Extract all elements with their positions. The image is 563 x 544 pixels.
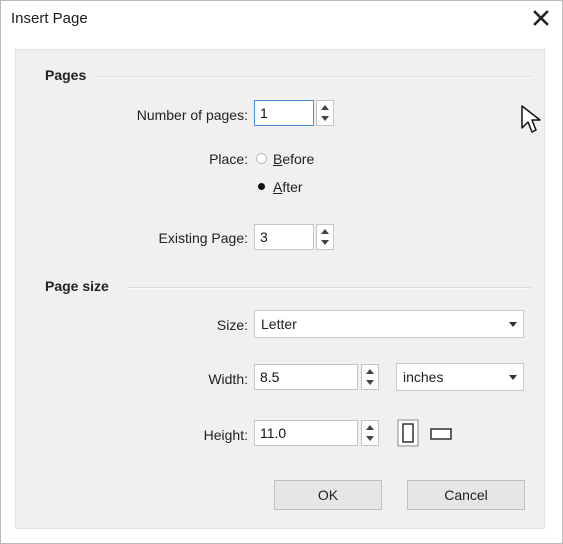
radio-checked-icon [256, 181, 267, 192]
place-label: Place: [209, 151, 248, 167]
height-input[interactable]: 11.0 [254, 420, 358, 446]
insert-page-dialog: Insert Page Pages Number of pages: 1 Pla… [0, 0, 563, 544]
width-spin-icon[interactable] [361, 364, 379, 390]
dialog-title: Insert Page [11, 10, 88, 27]
existing-page-spin-icon[interactable] [316, 224, 334, 250]
size-dropdown[interactable]: Letter [254, 310, 524, 338]
number-of-pages-spin-icon[interactable] [316, 100, 334, 126]
ok-button[interactable]: OK [274, 480, 382, 510]
pages-section-divider [96, 76, 531, 78]
portrait-page-icon[interactable] [397, 419, 419, 447]
number-of-pages-input[interactable]: 1 [254, 100, 314, 126]
existing-page-label: Existing Page: [158, 230, 249, 246]
cancel-button[interactable]: Cancel [407, 480, 525, 510]
mouse-pointer-icon [520, 104, 544, 136]
width-input[interactable]: 8.5 [254, 364, 358, 390]
height-label: Height: [203, 427, 248, 443]
dialog-body: Pages Number of pages: 1 Place: Before A… [15, 49, 545, 529]
chevron-down-icon [509, 375, 517, 380]
place-after-label: After [273, 179, 303, 195]
existing-page-input[interactable]: 3 [254, 224, 314, 250]
page-size-section-divider [128, 287, 531, 289]
place-after-radio[interactable]: After [256, 179, 336, 197]
place-before-radio[interactable]: Before [256, 151, 336, 169]
width-label: Width: [208, 371, 248, 387]
size-value: Letter [261, 316, 297, 332]
pages-section-title: Pages [45, 67, 87, 83]
number-of-pages-label: Number of pages: [136, 107, 248, 123]
close-icon[interactable] [526, 3, 556, 33]
units-value: inches [403, 369, 444, 385]
page-size-section-title: Page size [45, 278, 109, 294]
landscape-page-icon[interactable] [429, 424, 453, 442]
height-spin-icon[interactable] [361, 420, 379, 446]
size-label: Size: [216, 317, 248, 333]
place-before-label: Before [273, 151, 315, 167]
title-bar: Insert Page [1, 1, 562, 37]
radio-unchecked-icon [256, 153, 267, 164]
units-dropdown[interactable]: inches [396, 363, 524, 391]
chevron-down-icon [509, 322, 517, 327]
